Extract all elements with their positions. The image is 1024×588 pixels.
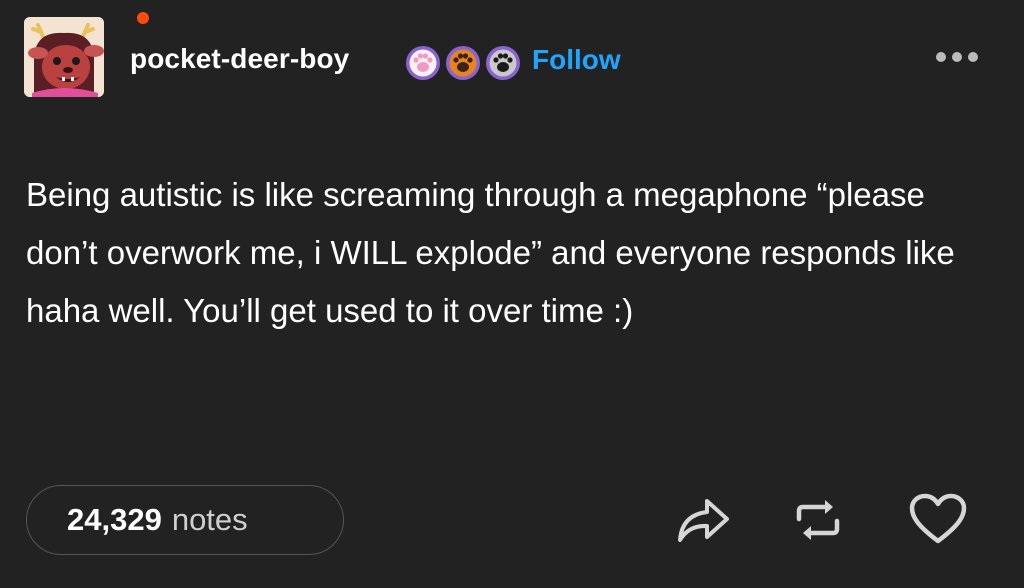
notes-button[interactable]: 24,329 notes [26,485,344,555]
deer-avatar-image [24,17,104,97]
post-card: pocket-deer-boy Follow Being autistic is… [0,0,1024,588]
badge-group [405,45,521,81]
paw-badge-pink-icon[interactable] [405,45,441,81]
notes-label: notes [171,502,248,537]
paw-badge-gray-icon[interactable] [485,45,521,81]
post-body: Being autistic is like screaming through… [26,176,955,329]
avatar[interactable] [24,17,104,97]
online-indicator-icon [137,12,149,24]
paw-badge-orange-icon[interactable] [445,45,481,81]
more-options-icon[interactable] [936,48,982,66]
share-arrow-icon[interactable] [674,490,734,550]
notes-count: 24,329 [67,502,162,537]
post-header: pocket-deer-boy Follow [24,10,1000,100]
follow-button[interactable]: Follow [532,44,621,76]
username[interactable]: pocket-deer-boy [130,43,349,75]
heart-icon[interactable] [908,490,968,550]
reblog-icon[interactable] [788,490,848,550]
